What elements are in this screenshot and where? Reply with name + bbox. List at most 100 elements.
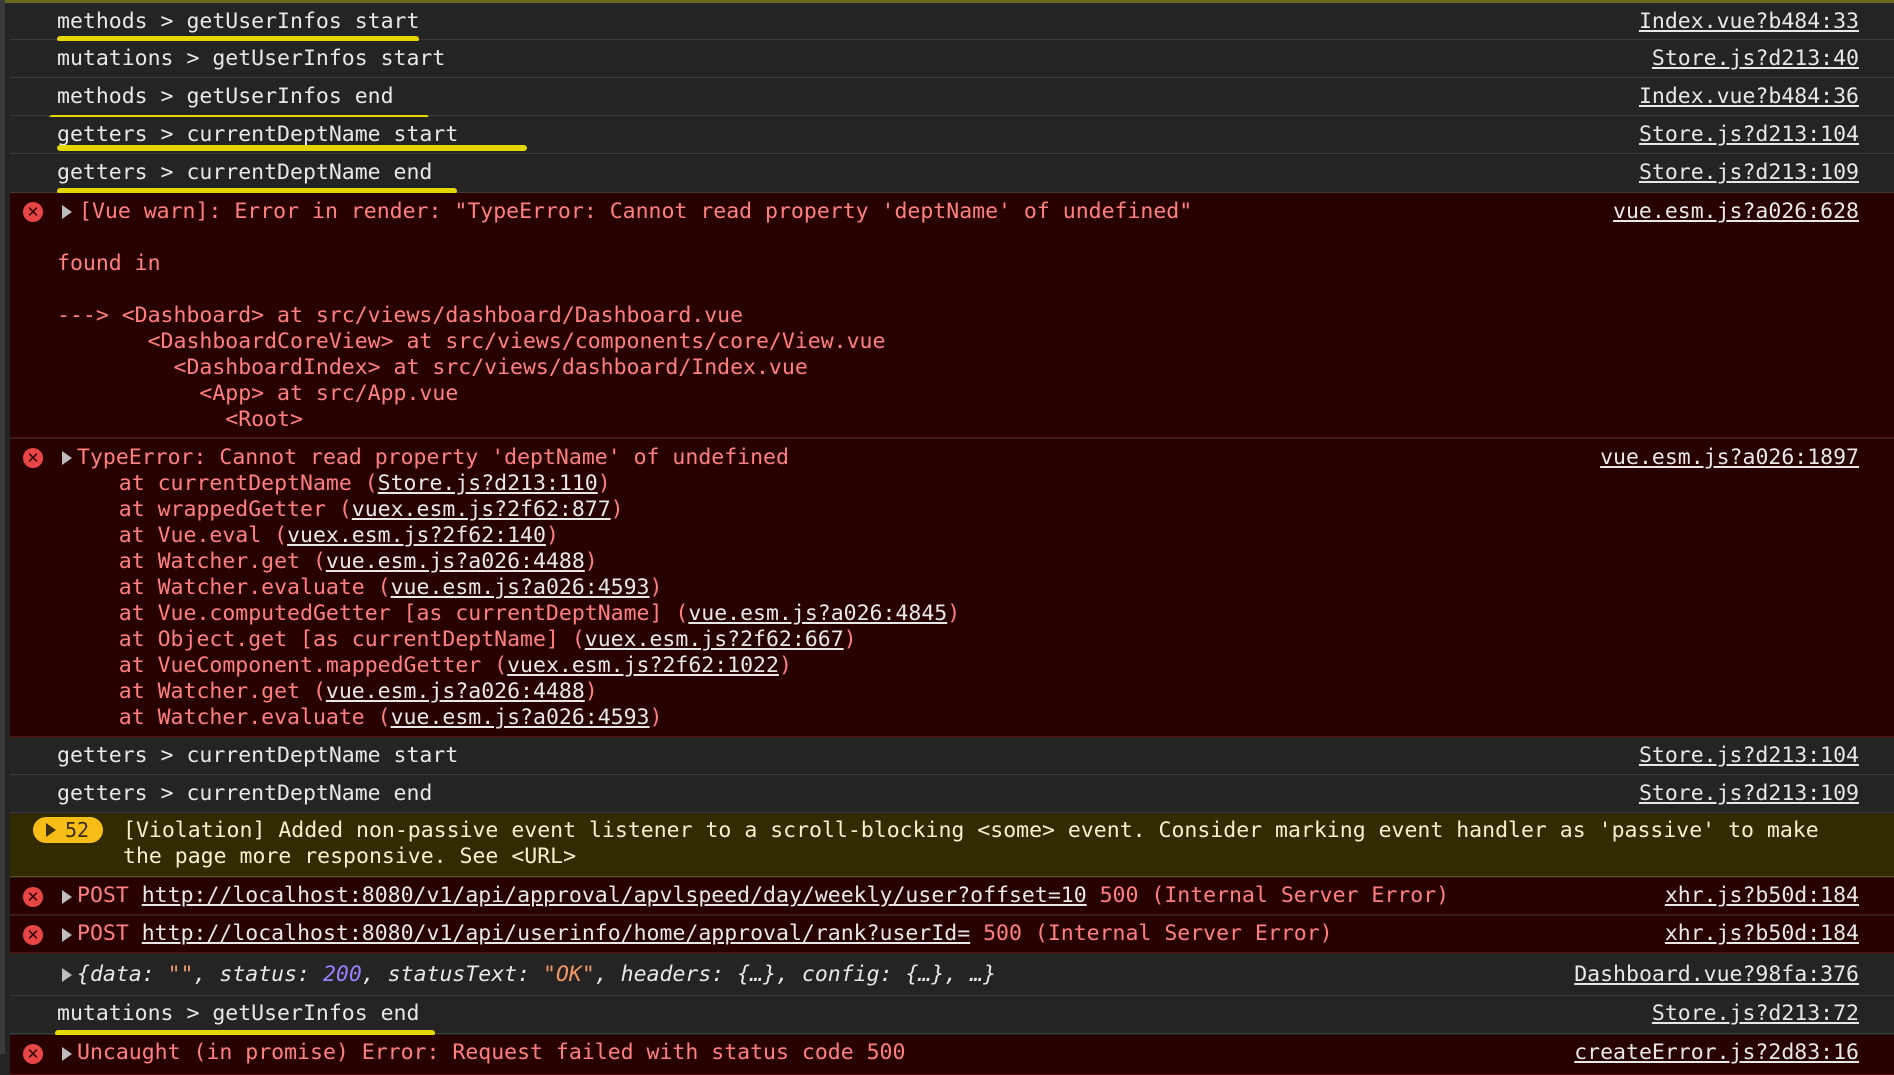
log-row[interactable]: getters > currentDeptName start Store.js… <box>10 738 1894 775</box>
stack-frame-link[interactable]: Store.js?d213:110 <box>378 471 598 496</box>
request-url-link[interactable]: http://localhost:8080/v1/api/approval/ap… <box>142 883 1087 908</box>
log-source-link[interactable]: Store.js?d213:104 <box>1639 743 1859 769</box>
object-log-row[interactable]: {data: "", status: 200, statusText: "OK"… <box>10 954 1894 996</box>
component-trace-line: <Root> <box>57 407 303 432</box>
network-error-text: POST http://localhost:8080/v1/api/approv… <box>77 883 1449 909</box>
stack-frame-function: at Watcher.get ( <box>67 679 326 704</box>
stack-frame: at wrappedGetter (vuex.esm.js?2f62:877) <box>67 497 624 523</box>
stack-frame-link[interactable]: vuex.esm.js?2f62:667 <box>585 627 844 652</box>
http-status: 500 (Internal Server Error) <box>1086 883 1450 908</box>
stack-frame: at Object.get [as currentDeptName] (vuex… <box>67 627 857 653</box>
expand-triangle-icon[interactable] <box>62 968 72 982</box>
error-source-link[interactable]: xhr.js?b50d:184 <box>1665 883 1859 909</box>
stack-frame-paren: ) <box>649 705 663 730</box>
error-source-link[interactable]: xhr.js?b50d:184 <box>1665 921 1859 947</box>
stack-frame-paren: ) <box>947 601 961 626</box>
expand-triangle-icon[interactable] <box>62 205 72 219</box>
error-icon: ✕ <box>23 887 43 907</box>
expand-triangle-icon <box>46 823 56 837</box>
obj-number-value: 200 <box>322 962 362 987</box>
expand-triangle-icon[interactable] <box>62 1047 72 1061</box>
stack-frame: at Vue.eval (vuex.esm.js?2f62:140) <box>67 523 559 549</box>
log-source-link[interactable]: Store.js?d213:109 <box>1639 160 1859 186</box>
error-icon: ✕ <box>23 202 43 222</box>
log-message: getters > currentDeptName end <box>57 160 433 185</box>
log-row[interactable]: mutations > getUserInfos start Store.js?… <box>10 41 1894 78</box>
stack-frame: at VueComponent.mappedGetter (vuex.esm.j… <box>67 653 792 679</box>
component-trace-line: <DashboardCoreView> at src/views/compone… <box>57 329 886 354</box>
error-icon: ✕ <box>23 925 43 945</box>
stack-frame-function: at Watcher.evaluate ( <box>67 575 391 600</box>
log-source-link[interactable]: Store.js?d213:109 <box>1639 781 1859 807</box>
log-source-link[interactable]: Store.js?d213:72 <box>1652 1001 1859 1027</box>
http-method: POST <box>77 921 142 946</box>
error-message: TypeError: Cannot read property 'deptNam… <box>77 445 789 470</box>
vue-warn-error[interactable]: ✕ [Vue warn]: Error in render: "TypeErro… <box>10 193 1894 438</box>
log-row[interactable]: methods > getUserInfos start Index.vue?b… <box>10 3 1894 40</box>
stack-frame-link[interactable]: vuex.esm.js?2f62:877 <box>352 497 611 522</box>
network-error-row[interactable]: ✕ POST http://localhost:8080/v1/api/user… <box>10 916 1894 953</box>
error-message: [Vue warn]: Error in render: "TypeError:… <box>79 199 1193 224</box>
stack-frame-link[interactable]: vue.esm.js?a026:4593 <box>391 705 650 730</box>
stack-frame: at Vue.computedGetter [as currentDeptNam… <box>67 601 960 627</box>
error-source-link[interactable]: vue.esm.js?a026:1897 <box>1600 445 1859 471</box>
log-row[interactable]: mutations > getUserInfos end Store.js?d2… <box>10 997 1894 1034</box>
obj-string-value: "" <box>167 962 194 987</box>
stack-frame-link[interactable]: vue.esm.js?a026:4488 <box>326 679 585 704</box>
error-source-link[interactable]: vue.esm.js?a026:628 <box>1613 199 1859 225</box>
expand-triangle-icon[interactable] <box>62 928 72 942</box>
stack-frame-paren: ) <box>778 653 792 678</box>
warning-message: [Violation] Added non-passive event list… <box>123 818 1819 843</box>
component-trace-line: <App> at src/App.vue <box>57 381 459 406</box>
object-preview: {data: "", status: 200, statusText: "OK"… <box>77 962 996 988</box>
stack-frame-link[interactable]: vue.esm.js?a026:4488 <box>326 549 585 574</box>
stack-frame-function: at Watcher.get ( <box>67 549 326 574</box>
stack-frame-link[interactable]: vue.esm.js?a026:4845 <box>688 601 947 626</box>
stack-frame-function: at Vue.eval ( <box>67 523 288 548</box>
request-url-link[interactable]: http://localhost:8080/v1/api/userinfo/ho… <box>142 921 970 946</box>
stack-frame-function: at Object.get [as currentDeptName] ( <box>67 627 585 652</box>
log-source-link[interactable]: Index.vue?b484:33 <box>1639 9 1859 35</box>
repeat-count-badge[interactable]: 52 <box>33 817 103 843</box>
obj-key: {data: <box>77 962 168 987</box>
stack-frame-function: at currentDeptName ( <box>67 471 378 496</box>
obj-string-value: "OK" <box>543 962 595 987</box>
log-row[interactable]: methods > getUserInfos end Index.vue?b48… <box>10 79 1894 116</box>
stack-frame-paren: ) <box>545 523 559 548</box>
log-source-link[interactable]: Index.vue?b484:36 <box>1639 84 1859 110</box>
obj-key: , statusText: <box>361 962 544 987</box>
uncaught-error-row[interactable]: ✕ Uncaught (in promise) Error: Request f… <box>10 1035 1894 1075</box>
error-icon: ✕ <box>23 1044 43 1064</box>
http-status: 500 (Internal Server Error) <box>970 921 1333 946</box>
stack-frame-link[interactable]: vue.esm.js?a026:4593 <box>391 575 650 600</box>
found-in-label: found in <box>57 251 161 276</box>
error-source-link[interactable]: createError.js?2d83:16 <box>1574 1040 1859 1066</box>
stack-frame-link[interactable]: vuex.esm.js?2f62:140 <box>287 523 546 548</box>
expand-triangle-icon[interactable] <box>62 451 72 465</box>
log-message: mutations > getUserInfos end <box>57 1001 420 1026</box>
repeat-count: 52 <box>65 818 90 842</box>
stack-frame-paren: ) <box>597 471 611 496</box>
stack-frame: at Watcher.evaluate (vue.esm.js?a026:459… <box>67 575 663 601</box>
obj-key: , status: <box>193 962 323 987</box>
log-source-link[interactable]: Dashboard.vue?98fa:376 <box>1574 962 1859 988</box>
log-message: methods > getUserInfos start <box>57 9 420 34</box>
stack-frame-function: at VueComponent.mappedGetter ( <box>67 653 508 678</box>
log-message: getters > currentDeptName start <box>57 743 459 768</box>
stack-frame-function: at Watcher.evaluate ( <box>67 705 391 730</box>
log-source-link[interactable]: Store.js?d213:104 <box>1639 122 1859 148</box>
stack-frame-link[interactable]: vuex.esm.js?2f62:1022 <box>507 653 779 678</box>
log-row[interactable]: getters > currentDeptName end Store.js?d… <box>10 776 1894 813</box>
devtools-console: methods > getUserInfos start Index.vue?b… <box>0 0 1894 1075</box>
violation-warning[interactable]: 52 [Violation] Added non-passive event l… <box>10 814 1894 877</box>
expand-triangle-icon[interactable] <box>62 890 72 904</box>
stack-frame-paren: ) <box>649 575 663 600</box>
log-source-link[interactable]: Store.js?d213:40 <box>1652 46 1859 72</box>
stack-frame: at Watcher.get (vue.esm.js?a026:4488) <box>67 679 598 705</box>
network-error-row[interactable]: ✕ POST http://localhost:8080/v1/api/appr… <box>10 878 1894 915</box>
stack-frame-function: at Vue.computedGetter [as currentDeptNam… <box>67 601 689 626</box>
component-trace-line: ---> <Dashboard> at src/views/dashboard/… <box>57 303 744 328</box>
type-error[interactable]: ✕ TypeError: Cannot read property 'deptN… <box>10 439 1894 737</box>
warning-message-cont: the page more responsive. See <URL> <box>123 844 577 869</box>
log-message: mutations > getUserInfos start <box>57 46 446 71</box>
